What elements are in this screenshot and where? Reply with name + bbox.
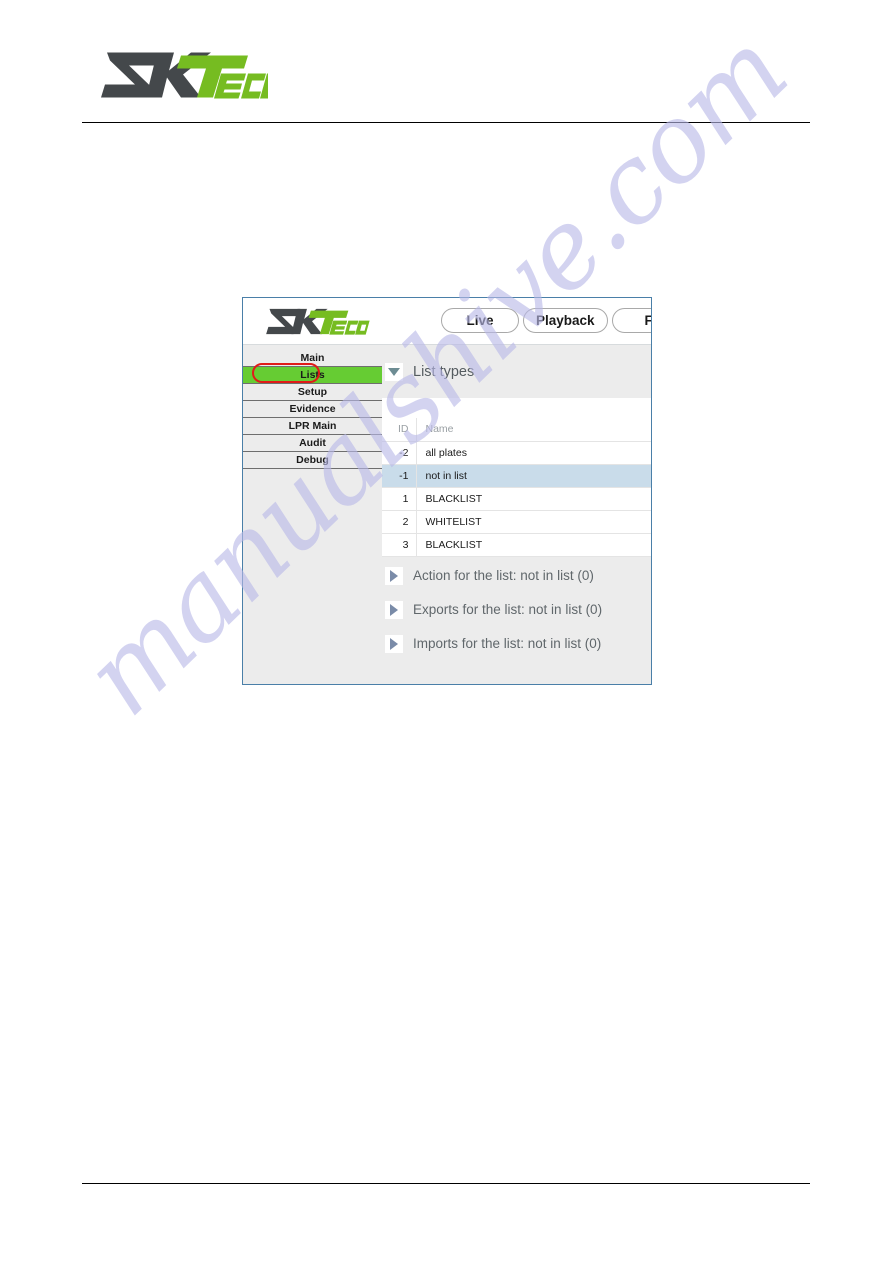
cell-id: 2 — [382, 510, 417, 534]
accordion-imports-label: Imports for the list: not in list (0) — [413, 636, 602, 651]
zkteco-logo-svg — [101, 52, 268, 99]
tab-files[interactable]: Fi — [611, 308, 651, 333]
sidebar-item-audit[interactable]: Audit — [243, 435, 382, 452]
header-divider-rule — [82, 122, 810, 123]
triangle-down-icon[interactable] — [385, 362, 403, 381]
sidebar: Main Lists Setup Evidence LPR Main Audit… — [243, 345, 382, 684]
cell-id: 3 — [382, 533, 417, 557]
lists-table: ID Name -2 all plates -1 not in list 1 B… — [382, 418, 651, 557]
app-screenshot-panel: Live Playback Fi Main Lists Setup Eviden… — [242, 297, 652, 685]
lists-table-container: ID Name -2 all plates -1 not in list 1 B… — [382, 398, 651, 557]
sidebar-item-lists[interactable]: Lists — [243, 367, 382, 384]
accordion-group: Action for the list: not in list (0) Exp… — [382, 556, 651, 661]
content-area: List types ID Name -2 all plates -1 not … — [382, 345, 651, 684]
triangle-right-icon[interactable] — [385, 634, 403, 653]
table-header-row: ID Name — [382, 418, 651, 442]
accordion-action-label: Action for the list: not in list (0) — [413, 568, 594, 583]
column-header-id[interactable]: ID — [382, 418, 417, 442]
app-brand-logo — [247, 305, 377, 338]
table-row[interactable]: 3 BLACKLIST — [382, 533, 651, 557]
triangle-right-icon[interactable] — [385, 566, 403, 585]
cell-id: -2 — [382, 441, 417, 465]
sidebar-item-lpr-main[interactable]: LPR Main — [243, 418, 382, 435]
table-row[interactable]: -2 all plates — [382, 441, 651, 465]
sidebar-item-debug[interactable]: Debug — [243, 452, 382, 469]
column-header-name[interactable]: Name — [416, 418, 651, 442]
zkteco-logo-svg — [266, 308, 370, 335]
accordion-exports-for-list[interactable]: Exports for the list: not in list (0) — [382, 593, 651, 627]
lists-table-head: ID Name — [382, 418, 651, 442]
cell-name: all plates — [416, 441, 651, 465]
sidebar-item-main[interactable]: Main — [243, 350, 382, 367]
cell-name: BLACKLIST — [416, 533, 651, 557]
table-row-selected[interactable]: -1 not in list — [382, 464, 651, 488]
table-row[interactable]: 2 WHITELIST — [382, 510, 651, 534]
sidebar-item-evidence[interactable]: Evidence — [243, 401, 382, 418]
lists-table-body: -2 all plates -1 not in list 1 BLACKLIST — [382, 441, 651, 557]
document-brand-logo — [98, 44, 268, 106]
footer-divider-rule — [82, 1183, 810, 1184]
accordion-imports-for-list[interactable]: Imports for the list: not in list (0) — [382, 627, 651, 661]
triangle-right-icon[interactable] — [385, 600, 403, 619]
cell-name: BLACKLIST — [416, 487, 651, 511]
accordion-exports-label: Exports for the list: not in list (0) — [413, 602, 603, 617]
main-tabbar: Live Playback Fi — [441, 308, 651, 333]
accordion-action-for-list[interactable]: Action for the list: not in list (0) — [382, 559, 651, 593]
cell-name: not in list — [416, 464, 651, 488]
app-header: Live Playback Fi — [243, 298, 651, 345]
app-body: Main Lists Setup Evidence LPR Main Audit… — [243, 345, 651, 684]
list-types-section-header[interactable]: List types — [382, 345, 651, 398]
list-types-title: List types — [413, 363, 475, 380]
table-row[interactable]: 1 BLACKLIST — [382, 487, 651, 511]
cell-name: WHITELIST — [416, 510, 651, 534]
cell-id: -1 — [382, 464, 417, 488]
cell-id: 1 — [382, 487, 417, 511]
tab-live[interactable]: Live — [441, 308, 519, 333]
sidebar-item-setup[interactable]: Setup — [243, 384, 382, 401]
tab-playback[interactable]: Playback — [523, 308, 608, 333]
